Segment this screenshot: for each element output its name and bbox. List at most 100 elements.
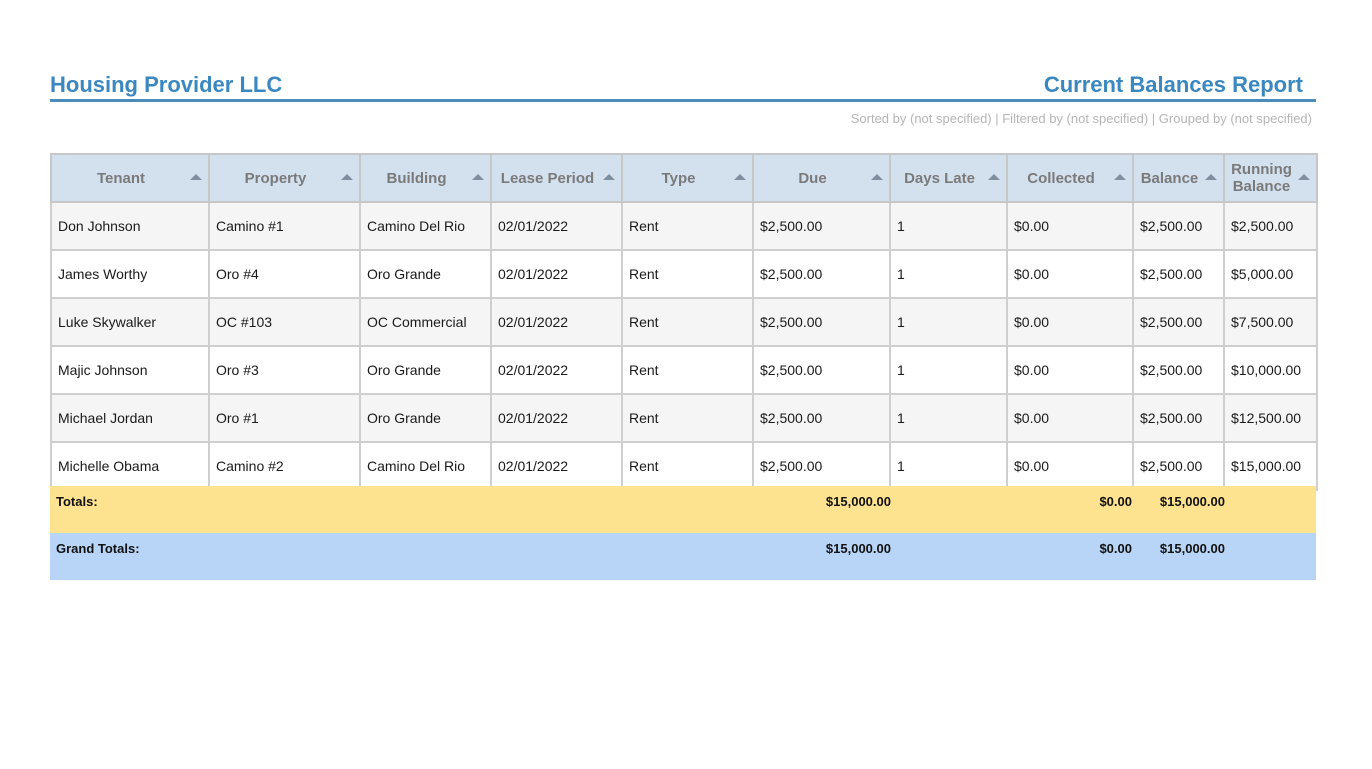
column-header-label: Lease Period bbox=[500, 169, 595, 187]
grand-totals-balance: $15,000.00 bbox=[1159, 541, 1225, 556]
table-row[interactable]: Michael Jordan Oro #1 Oro Grande 02/01/2022… bbox=[50, 393, 1318, 443]
grand-totals-row: Grand Totals: $15,000.00 $0.00 $15,000.0… bbox=[50, 533, 1316, 580]
cell-building: OC Commercial bbox=[359, 297, 492, 347]
cell-collected: $0.00 bbox=[1006, 393, 1134, 443]
cell-type: Rent bbox=[621, 297, 754, 347]
cell-balance: $2,500.00 bbox=[1132, 441, 1225, 491]
totals-collected: $0.00 bbox=[1099, 494, 1132, 509]
column-header-label: Collected bbox=[1027, 169, 1095, 187]
cell-type: Rent bbox=[621, 393, 754, 443]
table-row[interactable]: Don Johnson Camino #1 Camino Del Rio 02/01/… bbox=[50, 201, 1318, 251]
table-row[interactable]: Michelle Obama Camino #2 Camino Del Rio 02/… bbox=[50, 441, 1318, 491]
cell-type: Rent bbox=[621, 201, 754, 251]
cell-lease-period: 02/01/2022 bbox=[490, 201, 623, 251]
table-header-row: Tenant Property Building Lease Period Type Du… bbox=[50, 153, 1318, 203]
cell-lease-period: 02/01/2022 bbox=[490, 249, 623, 299]
cell-running-balance: $2,500.00 bbox=[1223, 201, 1318, 251]
report-sort-filter-info: Sorted by (not specified) | Filtered by … bbox=[850, 111, 1312, 126]
column-header-label: Days Late bbox=[904, 169, 975, 187]
cell-lease-period: 02/01/2022 bbox=[490, 345, 623, 395]
cell-tenant: Don Johnson bbox=[50, 201, 210, 251]
cell-running-balance: $10,000.00 bbox=[1223, 345, 1318, 395]
sort-ascending-icon[interactable] bbox=[1298, 174, 1310, 180]
sort-ascending-icon[interactable] bbox=[734, 174, 746, 180]
cell-property: OC #103 bbox=[208, 297, 361, 347]
cell-type: Rent bbox=[621, 249, 754, 299]
table-row[interactable]: Majic Johnson Oro #3 Oro Grande 02/01/2022 R… bbox=[50, 345, 1318, 395]
cell-property: Oro #4 bbox=[208, 249, 361, 299]
totals-row: Totals: $15,000.00 $0.00 $15,000.00 bbox=[50, 486, 1316, 533]
cell-lease-period: 02/01/2022 bbox=[490, 297, 623, 347]
cell-running-balance: $5,000.00 bbox=[1223, 249, 1318, 299]
column-header-building[interactable]: Building bbox=[359, 153, 492, 203]
cell-balance: $2,500.00 bbox=[1132, 201, 1225, 251]
column-header-running-balance[interactable]: Running Balance bbox=[1223, 153, 1318, 203]
cell-building: Oro Grande bbox=[359, 249, 492, 299]
cell-lease-period: 02/01/2022 bbox=[490, 441, 623, 491]
column-header-label: Building bbox=[386, 169, 447, 187]
cell-due: $2,500.00 bbox=[752, 393, 891, 443]
cell-collected: $0.00 bbox=[1006, 201, 1134, 251]
sort-ascending-icon[interactable] bbox=[1205, 174, 1217, 180]
cell-due: $2,500.00 bbox=[752, 345, 891, 395]
sort-ascending-icon[interactable] bbox=[871, 174, 883, 180]
column-header-days-late[interactable]: Days Late bbox=[889, 153, 1008, 203]
cell-due: $2,500.00 bbox=[752, 441, 891, 491]
table-body: Don Johnson Camino #1 Camino Del Rio 02/01/… bbox=[50, 201, 1318, 491]
sort-ascending-icon[interactable] bbox=[190, 174, 202, 180]
cell-running-balance: $7,500.00 bbox=[1223, 297, 1318, 347]
cell-days-late: 1 bbox=[889, 345, 1008, 395]
cell-tenant: James Worthy bbox=[50, 249, 210, 299]
cell-building: Camino Del Rio bbox=[359, 441, 492, 491]
report-title: Current Balances Report bbox=[1043, 72, 1303, 97]
cell-days-late: 1 bbox=[889, 201, 1008, 251]
sort-ascending-icon[interactable] bbox=[341, 174, 353, 180]
grand-totals-collected: $0.00 bbox=[1099, 541, 1132, 556]
cell-days-late: 1 bbox=[889, 249, 1008, 299]
totals-balance: $15,000.00 bbox=[1159, 494, 1225, 509]
cell-property: Oro #1 bbox=[208, 393, 361, 443]
sort-ascending-icon[interactable] bbox=[1114, 174, 1126, 180]
cell-collected: $0.00 bbox=[1006, 345, 1134, 395]
column-header-balance[interactable]: Balance bbox=[1132, 153, 1225, 203]
column-header-label: Property bbox=[244, 169, 307, 187]
column-header-due[interactable]: Due bbox=[752, 153, 891, 203]
column-header-label: Due bbox=[798, 169, 827, 187]
balances-table: Tenant Property Building Lease Period Type Du… bbox=[50, 153, 1318, 491]
grand-totals-due: $15,000.00 bbox=[825, 541, 891, 556]
grand-totals-label: Grand Totals: bbox=[56, 541, 140, 556]
column-header-label: Tenant bbox=[96, 169, 146, 187]
column-header-lease-period[interactable]: Lease Period bbox=[490, 153, 623, 203]
cell-tenant: Majic Johnson bbox=[50, 345, 210, 395]
column-header-property[interactable]: Property bbox=[208, 153, 361, 203]
table-row[interactable]: James Worthy Oro #4 Oro Grande 02/01/2022 Re… bbox=[50, 249, 1318, 299]
cell-building: Oro Grande bbox=[359, 345, 492, 395]
cell-type: Rent bbox=[621, 345, 754, 395]
cell-property: Camino #1 bbox=[208, 201, 361, 251]
cell-collected: $0.00 bbox=[1006, 441, 1134, 491]
cell-balance: $2,500.00 bbox=[1132, 393, 1225, 443]
report-header: Housing Provider LLC Current Balances Re… bbox=[50, 72, 1316, 102]
cell-building: Oro Grande bbox=[359, 393, 492, 443]
table-row[interactable]: Luke Skywalker OC #103 OC Commercial 02/01/… bbox=[50, 297, 1318, 347]
totals-label: Totals: bbox=[56, 494, 98, 509]
cell-days-late: 1 bbox=[889, 393, 1008, 443]
cell-balance: $2,500.00 bbox=[1132, 249, 1225, 299]
cell-tenant: Michael Jordan bbox=[50, 393, 210, 443]
cell-days-late: 1 bbox=[889, 297, 1008, 347]
cell-property: Camino #2 bbox=[208, 441, 361, 491]
column-header-tenant[interactable]: Tenant bbox=[50, 153, 210, 203]
column-header-collected[interactable]: Collected bbox=[1006, 153, 1134, 203]
cell-days-late: 1 bbox=[889, 441, 1008, 491]
sort-ascending-icon[interactable] bbox=[988, 174, 1000, 180]
sort-ascending-icon[interactable] bbox=[472, 174, 484, 180]
column-header-type[interactable]: Type bbox=[621, 153, 754, 203]
cell-due: $2,500.00 bbox=[752, 249, 891, 299]
cell-collected: $0.00 bbox=[1006, 249, 1134, 299]
column-header-label: Type bbox=[661, 169, 696, 187]
company-name: Housing Provider LLC bbox=[50, 72, 283, 97]
cell-lease-period: 02/01/2022 bbox=[490, 393, 623, 443]
cell-building: Camino Del Rio bbox=[359, 201, 492, 251]
cell-due: $2,500.00 bbox=[752, 297, 891, 347]
sort-ascending-icon[interactable] bbox=[603, 174, 615, 180]
